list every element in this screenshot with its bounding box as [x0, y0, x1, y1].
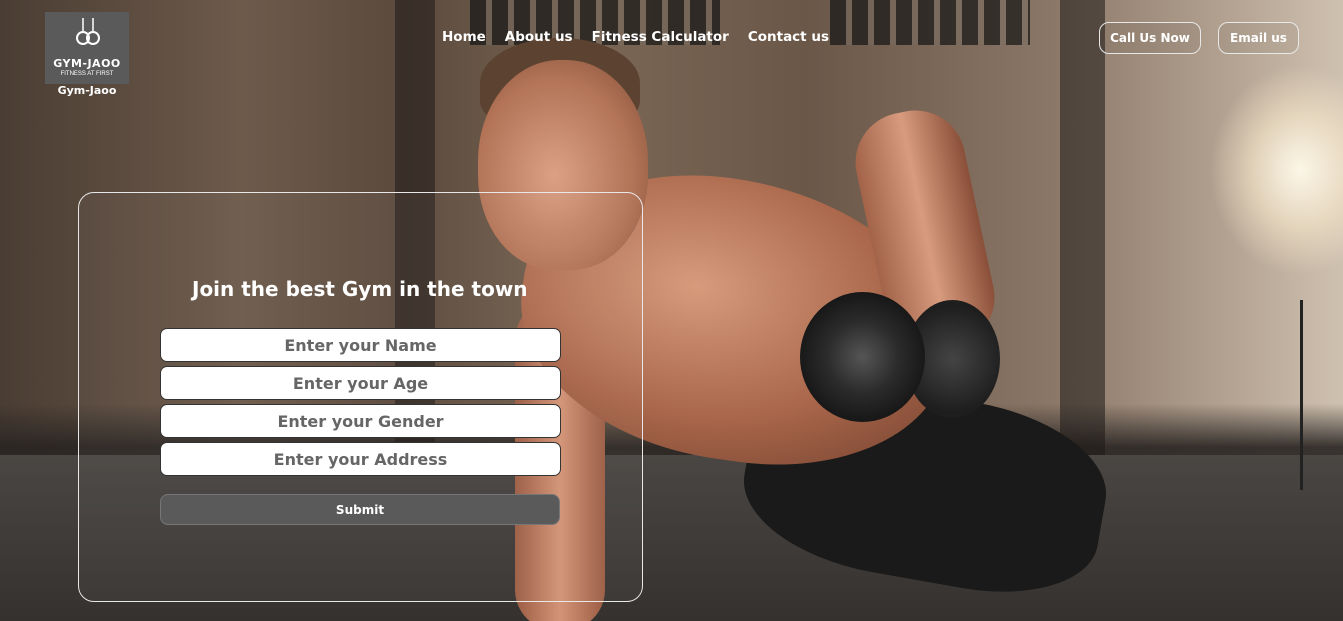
nav-fitness-calculator-link[interactable]: Fitness Calculator [592, 29, 729, 45]
age-input[interactable] [160, 366, 561, 400]
nav-about-link[interactable]: About us [505, 29, 573, 45]
gender-input[interactable] [160, 404, 561, 438]
call-us-button[interactable]: Call Us Now [1099, 22, 1201, 54]
background-window [830, 0, 1030, 45]
submit-button[interactable]: Submit [160, 494, 560, 525]
form-title: Join the best Gym in the town [192, 277, 528, 301]
email-us-button[interactable]: Email us [1218, 22, 1299, 54]
dumbbell-plate [800, 292, 925, 422]
main-nav: Home About us Fitness Calculator Contact… [442, 29, 829, 45]
logo[interactable]: GYM-JAOO FITNESS AT FIRST [45, 12, 129, 84]
name-input[interactable] [160, 328, 561, 362]
nav-contact-link[interactable]: Contact us [748, 29, 829, 45]
logo-title: GYM-JAOO [53, 57, 121, 70]
background-light-stand [1300, 300, 1303, 490]
brand-name: Gym-Jaoo [57, 84, 117, 97]
gymnastic-rings-icon [76, 18, 100, 45]
nav-home-link[interactable]: Home [442, 29, 486, 45]
logo-tagline: FITNESS AT FIRST [60, 71, 114, 77]
background-pillar [1060, 0, 1105, 470]
address-input[interactable] [160, 442, 561, 476]
